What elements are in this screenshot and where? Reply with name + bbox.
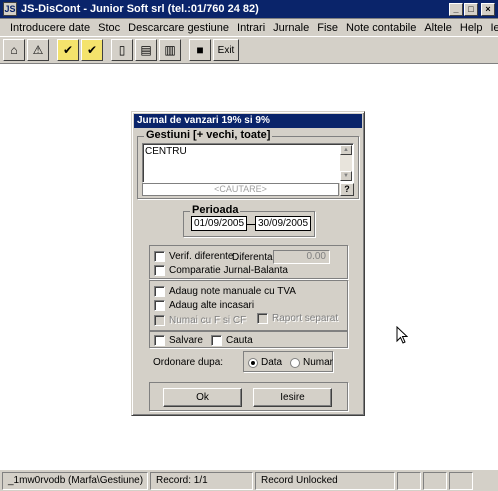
status-panel-record: Record: 1/1	[150, 471, 253, 490]
menu-fise[interactable]: Fise	[313, 22, 342, 34]
scroll-down-icon[interactable]: ▼	[340, 171, 352, 181]
numai-cu-f-label: Numai cu F si CF	[169, 315, 247, 326]
perioada-label: Perioada	[190, 204, 241, 216]
verif-diferente-checkbox[interactable]: Verif. diferente	[154, 251, 233, 262]
status-panel-lock: Record Unlocked	[255, 471, 395, 490]
maximize-button[interactable]: □	[464, 2, 478, 16]
warning-icon[interactable]: ⚠	[27, 39, 49, 61]
adaug-note-label: Adaug note manuale cu TVA	[169, 286, 296, 297]
dialog-title: Jurnal de vanzari 19% si 9%	[134, 114, 362, 128]
jurnal-dialog: Jurnal de vanzari 19% si 9% Gestiuni [+ …	[131, 111, 365, 416]
list-item[interactable]: CENTRU	[145, 146, 187, 157]
checkbox-box[interactable]	[154, 300, 165, 311]
checkbox-box[interactable]	[154, 265, 165, 276]
radio-numar-label: Numar	[303, 357, 334, 368]
checkbox-box[interactable]	[154, 335, 165, 346]
menu-altele[interactable]: Altele	[420, 22, 456, 34]
radio-numar[interactable]: Numar	[290, 357, 333, 368]
chart-a-icon[interactable]: ▤	[135, 39, 157, 61]
date-separator	[247, 224, 255, 225]
help-button[interactable]: ?	[340, 183, 354, 196]
close-button[interactable]: ×	[481, 2, 495, 16]
comparatie-checkbox[interactable]: Comparatie Jurnal-Balanta	[154, 265, 288, 276]
iesire-button[interactable]: Iesire	[253, 388, 332, 407]
adaug-incasari-checkbox[interactable]: Adaug alte incasari	[154, 300, 254, 311]
scroll-up-icon[interactable]: ▲	[340, 145, 352, 155]
salvare-checkbox[interactable]: Salvare	[154, 335, 203, 346]
raport-separat-label: Raport separat	[272, 313, 339, 324]
checkbox-box	[257, 313, 268, 324]
checkbox-box[interactable]	[211, 335, 222, 346]
toolbar: ⌂ ⚠ ✔ ✔ ▯ ▤ ▥ ■ Exit	[0, 36, 498, 64]
menu-iesire[interactable]: Iesire	[487, 22, 498, 34]
cauta-label: Cauta	[226, 335, 253, 346]
checkbox-box	[154, 315, 165, 326]
date-from-field[interactable]: 01/09/2005	[191, 216, 247, 231]
ordonare-radio-group: Data Numar	[243, 351, 333, 372]
menu-jurnale[interactable]: Jurnale	[269, 22, 313, 34]
cauta-checkbox[interactable]: Cauta	[211, 335, 253, 346]
status-panel-db: _1mw0rvodb (Marfa\Gestiune)	[2, 471, 148, 490]
checked-doc-icon[interactable]: ✔	[81, 39, 103, 61]
title-bar: JS JS-DisCont - Junior Soft srl (tel.:01…	[0, 0, 498, 19]
ok-button[interactable]: Ok	[163, 388, 242, 407]
raport-separat-checkbox: Raport separat	[257, 313, 338, 324]
date-to-field[interactable]: 30/09/2005	[255, 216, 311, 231]
gestiuni-label: Gestiuni [+ vechi, toate]	[144, 129, 273, 141]
status-panel-empty	[397, 471, 421, 490]
adaug-note-checkbox[interactable]: Adaug note manuale cu TVA	[154, 286, 296, 297]
menu-descarcare-gestiune[interactable]: Descarcare gestiune	[124, 22, 233, 34]
radio-dot[interactable]	[248, 357, 258, 368]
verif-diferente-label: Verif. diferente	[169, 251, 234, 262]
menu-help[interactable]: Help	[456, 22, 487, 34]
book-red-icon[interactable]: ■	[189, 39, 211, 61]
exit-button[interactable]: Exit	[213, 39, 239, 61]
book-icon[interactable]: ▯	[111, 39, 133, 61]
salvare-label: Salvare	[169, 335, 203, 346]
app-icon: JS	[3, 2, 17, 16]
checkbox-box[interactable]	[154, 251, 165, 262]
radio-data[interactable]: Data	[248, 357, 282, 368]
adaug-incasari-label: Adaug alte incasari	[169, 300, 255, 311]
checked-doc-icon[interactable]: ✔	[57, 39, 79, 61]
diferenta-field: 0.00	[273, 250, 330, 264]
status-panel-empty	[449, 471, 473, 490]
ordonare-label: Ordonare dupa:	[153, 357, 224, 368]
window-title: JS-DisCont - Junior Soft srl (tel.:01/76…	[21, 3, 259, 15]
checkbox-box[interactable]	[154, 286, 165, 297]
search-input[interactable]: <CAUTARE>	[142, 183, 339, 196]
menu-stoc[interactable]: Stoc	[94, 22, 124, 34]
menu-intrari[interactable]: Intrari	[233, 22, 269, 34]
gestiuni-list[interactable]: CENTRU ▲ ▼	[142, 143, 354, 183]
radio-data-label: Data	[261, 357, 283, 368]
scrollbar[interactable]: ▲ ▼	[340, 145, 352, 181]
status-panel-empty	[423, 471, 447, 490]
numai-cu-f-checkbox: Numai cu F si CF	[154, 315, 246, 326]
status-bar: _1mw0rvodb (Marfa\Gestiune) Record: 1/1 …	[0, 469, 498, 491]
comparatie-label: Comparatie Jurnal-Balanta	[169, 265, 288, 276]
minimize-button[interactable]: _	[449, 2, 463, 16]
chart-b-icon[interactable]: ▥	[159, 39, 181, 61]
home-icon[interactable]: ⌂	[3, 39, 25, 61]
menu-bar: Introducere date Stoc Descarcare gestiun…	[0, 19, 498, 36]
radio-dot[interactable]	[290, 357, 300, 368]
diferenta-label: Diferenta:	[232, 252, 276, 263]
mouse-cursor-icon	[396, 326, 408, 344]
menu-introducere-date[interactable]: Introducere date	[6, 22, 94, 34]
menu-note-contabile[interactable]: Note contabile	[342, 22, 420, 34]
